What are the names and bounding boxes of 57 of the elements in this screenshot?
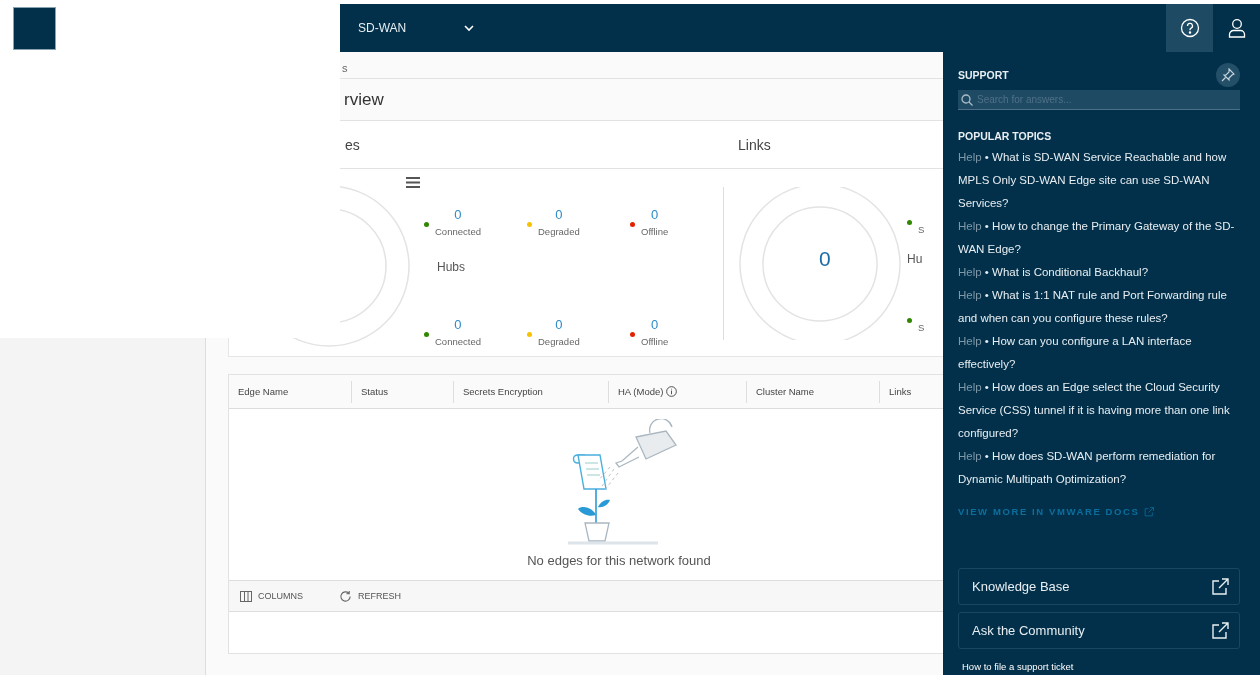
breadcrumb[interactable]: s — [342, 62, 348, 74]
empty-message: No edges for this network found — [527, 553, 711, 568]
stat-label: Connected — [435, 336, 481, 347]
search-icon — [961, 94, 973, 106]
column-header[interactable]: Edge Name — [238, 386, 289, 397]
group-label: Hu — [907, 252, 923, 266]
product-name: SD-WAN — [358, 21, 407, 35]
help-button[interactable] — [1166, 4, 1213, 52]
column-header[interactable]: Links — [889, 386, 912, 397]
column-header[interactable]: Status — [361, 386, 388, 397]
column-header[interactable]: HA (Mode) — [618, 386, 664, 397]
menu-icon[interactable] — [406, 177, 420, 188]
section-title: es — [345, 136, 360, 153]
refresh-icon — [339, 589, 352, 603]
stat-value: 0 — [454, 317, 462, 332]
stat-value: 0 — [555, 207, 563, 222]
stat-value: 0 — [651, 207, 659, 222]
help-icon — [1179, 18, 1200, 38]
stat-label: Offline — [641, 226, 669, 237]
total-count: 0 — [819, 247, 831, 271]
support-ticket-link[interactable]: How to file a support ticket — [962, 661, 1240, 672]
help-topic-link[interactable]: Help • How does an Edge select the Cloud Security Service (CSS) tunnel if it is having more than one link configured? — [958, 376, 1240, 445]
stat-value: 0 — [555, 317, 563, 332]
help-topic-link[interactable]: Help • What is SD-WAN Service Reachable and how MPLS Only SD-WAN Edge site can use SD-WAN Services? — [958, 146, 1240, 215]
page-title: rview — [344, 89, 384, 110]
stat-value: 0 — [651, 317, 659, 332]
support-link-button[interactable]: Knowledge Base — [958, 568, 1240, 605]
section-heading: POPULAR TOPICS — [958, 130, 1053, 142]
help-topic-link[interactable]: Help • How can you configure a LAN interface effectively? — [958, 330, 1240, 376]
chevron-down-icon[interactable] — [464, 24, 475, 32]
stat-label: Degraded — [538, 336, 580, 347]
stat-label: S — [918, 224, 925, 235]
stat-label: Degraded — [538, 226, 580, 237]
section-title: Links — [738, 136, 771, 153]
support-link-button[interactable]: Ask the Community — [958, 612, 1240, 649]
pin-button[interactable] — [1216, 63, 1240, 87]
group-label: Hubs — [437, 260, 465, 274]
info-icon — [666, 386, 678, 397]
refresh-button[interactable]: REFRESH — [339, 589, 402, 603]
columns-icon — [240, 590, 252, 602]
stat-label: Connected — [435, 226, 481, 237]
external-link-icon — [1211, 577, 1229, 596]
column-header[interactable]: Cluster Name — [756, 386, 815, 397]
help-topic-link[interactable]: Help • What is 1:1 NAT rule and Port Forwarding rule and when can you configure these rules? — [958, 284, 1240, 330]
pin-icon — [1221, 68, 1235, 82]
stat-label: Offline — [641, 336, 669, 347]
user-icon — [1227, 18, 1246, 38]
external-link-icon — [1211, 621, 1229, 640]
external-link-icon — [1144, 506, 1155, 517]
columns-button[interactable]: COLUMNS — [240, 590, 303, 602]
stat-label: S — [918, 322, 925, 333]
panel-title: SUPPORT — [958, 69, 1009, 81]
help-topic-link[interactable]: Help • How does SD-WAN perform remediation for Dynamic Multipath Optimization? — [958, 445, 1240, 491]
help-topic-link[interactable]: Help • What is Conditional Backhaul? — [958, 261, 1240, 284]
stat-value: 0 — [454, 207, 462, 222]
help-topic-link[interactable]: Help • How to change the Primary Gateway of the SD-WAN Edge? — [958, 215, 1240, 261]
column-header[interactable]: Secrets Encryption — [463, 386, 543, 397]
